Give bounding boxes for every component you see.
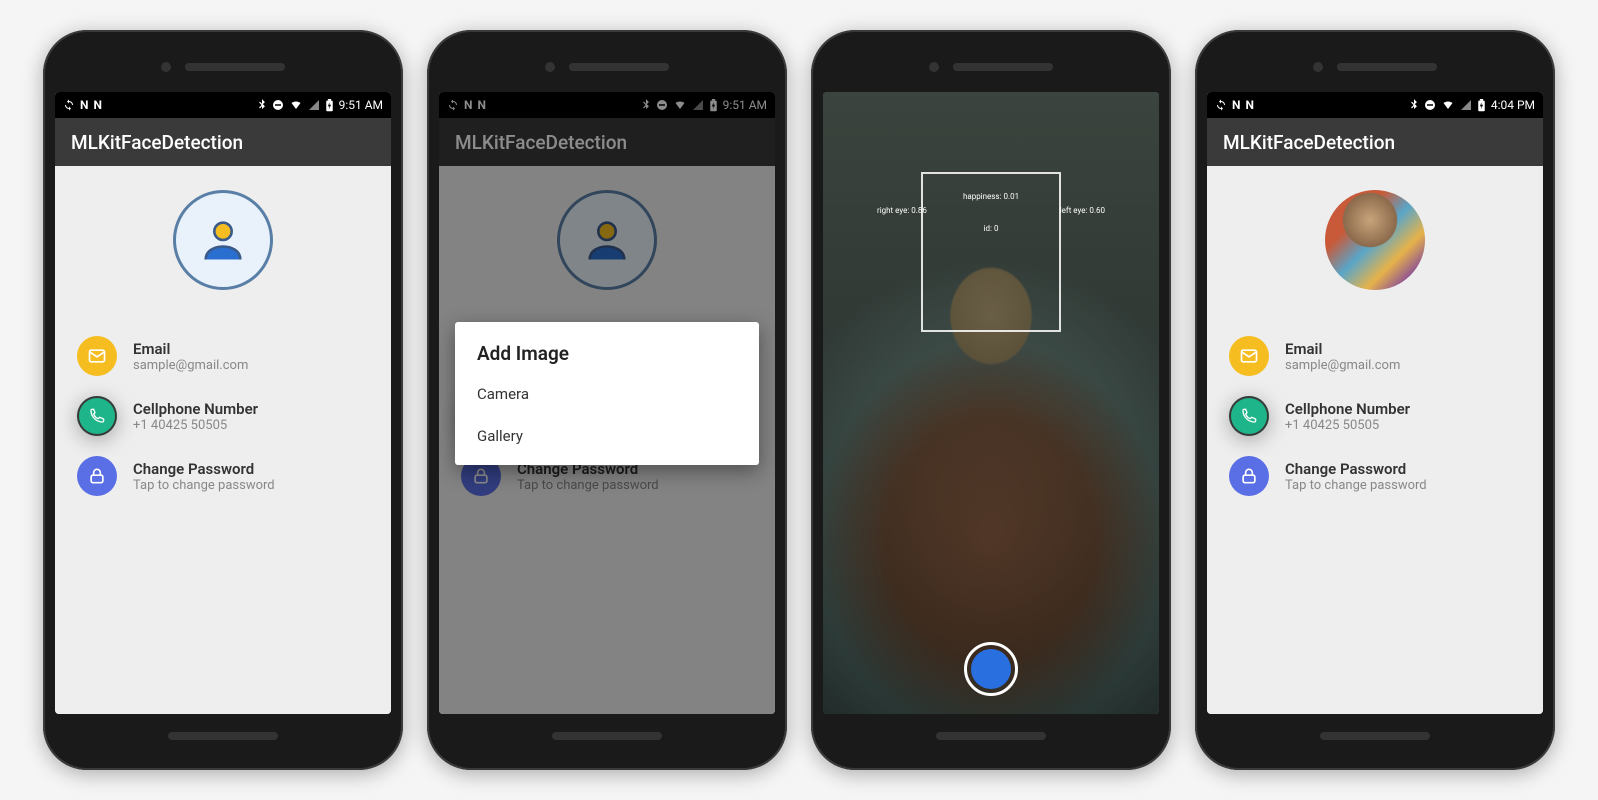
avatar-photo[interactable] <box>1325 190 1425 290</box>
label-right-eye: right eye: 0.86 <box>877 206 927 215</box>
wifi-icon <box>1441 99 1455 111</box>
n-icon-2: N <box>93 98 101 112</box>
dialog-title: Add Image <box>455 342 759 373</box>
status-time: 9:51 AM <box>339 98 383 112</box>
camera-preview: happiness: 0.01 right eye: 0.86 left eye… <box>823 92 1159 714</box>
password-title: Change Password <box>1285 460 1427 478</box>
phone-frame-4: N N 4:04 PM MLKitFaceDetection Emailsamp… <box>1195 30 1555 770</box>
label-left-eye: left eye: 0.60 <box>1060 206 1105 215</box>
n-icon: N <box>1232 98 1240 112</box>
status-bar: N N 9:51 AM <box>55 92 391 118</box>
bluetooth-icon <box>257 99 267 111</box>
email-icon <box>77 336 117 376</box>
phone-frame-2: N N 9:51 AM MLKitFaceDetection <box>427 30 787 770</box>
row-phone[interactable]: Cellphone Number+1 40425 50505 <box>1207 386 1543 446</box>
n-icon: N <box>80 98 88 112</box>
bluetooth-icon <box>1409 99 1419 111</box>
phone-frame-3: happiness: 0.01 right eye: 0.86 left eye… <box>811 30 1171 770</box>
n-icon-2: N <box>1245 98 1253 112</box>
shutter-button[interactable] <box>964 642 1018 696</box>
label-happiness: happiness: 0.01 <box>963 192 1019 201</box>
label-id: id: 0 <box>984 224 999 233</box>
phone-title: Cellphone Number <box>133 400 258 418</box>
email-value: sample@gmail.com <box>1285 358 1400 373</box>
battery-icon <box>325 99 334 112</box>
sync-icon <box>63 99 75 111</box>
password-value: Tap to change password <box>133 478 275 493</box>
dnd-icon <box>272 99 284 111</box>
email-icon <box>1229 336 1269 376</box>
row-phone[interactable]: Cellphone Number +1 40425 50505 <box>55 386 391 446</box>
dialog-option-gallery[interactable]: Gallery <box>455 415 759 457</box>
password-title: Change Password <box>133 460 275 478</box>
phone-icon <box>1229 396 1269 436</box>
avatar-placeholder[interactable] <box>173 190 273 290</box>
app-title: MLKitFaceDetection <box>71 131 243 154</box>
phone-value: +1 40425 50505 <box>1285 418 1410 433</box>
phone-frame-1: N N 9:51 AM MLKitFaceDetection <box>43 30 403 770</box>
phone-title: Cellphone Number <box>1285 400 1410 418</box>
status-time: 4:04 PM <box>1491 98 1535 112</box>
password-value: Tap to change password <box>1285 478 1427 493</box>
row-email[interactable]: Emailsample@gmail.com <box>1207 326 1543 386</box>
sync-icon <box>1215 99 1227 111</box>
email-title: Email <box>133 340 248 358</box>
face-bounding-box: happiness: 0.01 right eye: 0.86 left eye… <box>921 172 1061 332</box>
signal-icon <box>308 99 320 111</box>
row-password[interactable]: Change Password Tap to change password <box>55 446 391 506</box>
email-title: Email <box>1285 340 1400 358</box>
app-bar: MLKitFaceDetection <box>55 118 391 166</box>
dialog-option-camera[interactable]: Camera <box>455 373 759 415</box>
email-value: sample@gmail.com <box>133 358 248 373</box>
lock-icon <box>77 456 117 496</box>
row-email[interactable]: Email sample@gmail.com <box>55 326 391 386</box>
app-bar: MLKitFaceDetection <box>1207 118 1543 166</box>
status-bar: N N 4:04 PM <box>1207 92 1543 118</box>
wifi-icon <box>289 99 303 111</box>
user-icon <box>197 214 249 266</box>
phone-icon <box>77 396 117 436</box>
phone-value: +1 40425 50505 <box>133 418 258 433</box>
shutter-inner <box>971 649 1011 689</box>
battery-icon <box>1477 99 1486 112</box>
dnd-icon <box>1424 99 1436 111</box>
add-image-dialog: Add Image Camera Gallery <box>455 322 759 465</box>
app-title: MLKitFaceDetection <box>1223 131 1395 154</box>
signal-icon <box>1460 99 1472 111</box>
row-password[interactable]: Change PasswordTap to change password <box>1207 446 1543 506</box>
lock-icon <box>1229 456 1269 496</box>
